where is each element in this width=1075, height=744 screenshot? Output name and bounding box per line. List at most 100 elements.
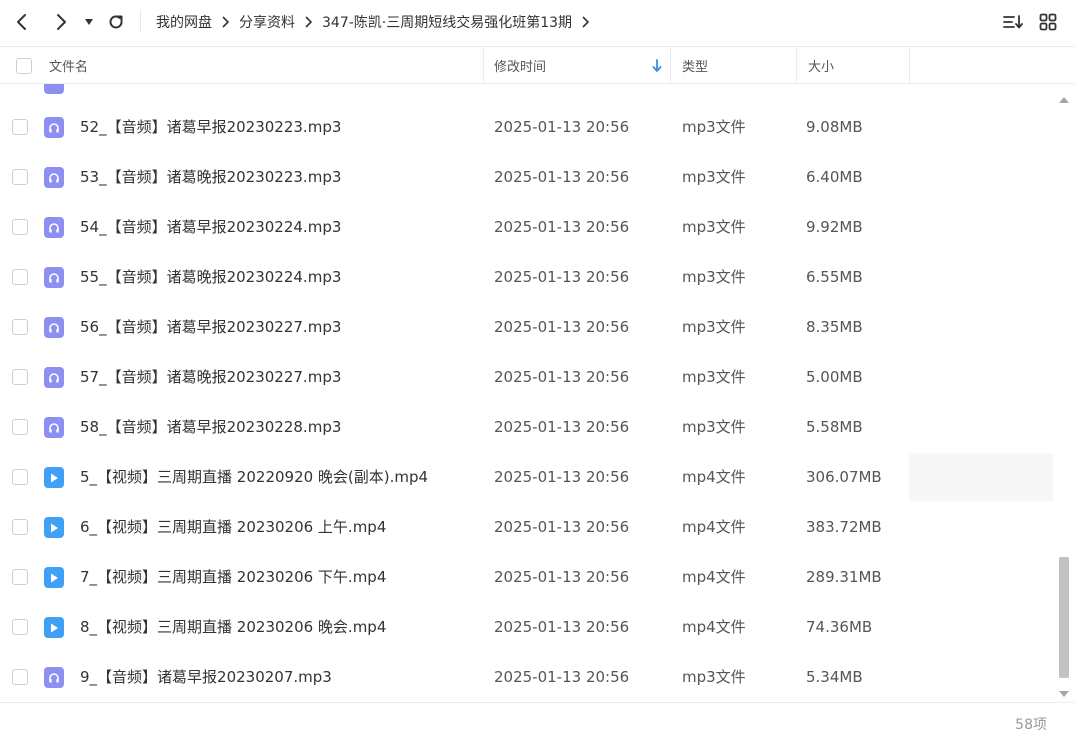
row-checkbox[interactable] [12,269,28,285]
status-footer: 58项 [0,702,1075,744]
row-checkbox[interactable] [12,419,28,435]
breadcrumb-item-current-folder[interactable]: 347-陈凯·三周期短线交易强化班第13期 [322,12,572,32]
column-header-type[interactable]: 类型 [682,47,794,84]
audio-file-icon [44,84,64,94]
row-checkbox[interactable] [12,169,28,185]
table-row[interactable]: 55_【音频】诸葛晚报20230224.mp3 2025-01-13 20:56 m… [0,252,1053,302]
table-row[interactable]: 52_【音频】诸葛早报20230223.mp3 2025-01-13 20:56 m… [0,102,1053,152]
table-row[interactable]: 56_【音频】诸葛早报20230227.mp3 2025-01-13 20:56 m… [0,302,1053,352]
grid-view-button[interactable] [1035,9,1061,35]
file-name[interactable]: 9_【音频】诸葛早报20230207.mp3 [80,652,332,702]
column-header: 文件名 修改时间 类型 大小 [0,46,1075,84]
scroll-down-button[interactable] [1058,684,1070,697]
file-modified-date: 2025-01-13 20:56 [494,168,630,186]
chevron-left-icon [17,14,26,30]
refresh-icon [109,15,123,29]
table-row[interactable]: 7_【视频】三周期直播 20230206 下午.mp4 2025-01-13 20… [0,552,1053,602]
video-file-icon [44,617,64,638]
file-name[interactable]: 55_【音频】诸葛晚报20230224.mp3 [80,252,341,302]
caret-down-icon [85,19,93,25]
row-checkbox[interactable] [12,669,28,685]
row-checkbox[interactable] [12,369,28,385]
chevron-right-icon [221,16,229,28]
row-checkbox[interactable] [12,519,28,535]
file-name[interactable]: 56_【音频】诸葛早报20230227.mp3 [80,302,341,352]
file-size: 383.72MB [806,518,882,536]
file-name[interactable]: 7_【视频】三周期直播 20230206 下午.mp4 [80,552,386,602]
audio-file-icon [44,367,64,388]
row-checkbox[interactable] [12,469,28,485]
scrollbar-thumb[interactable] [1059,557,1069,678]
file-type: mp4文件 [682,468,746,486]
file-size: 74.36MB [806,618,873,636]
file-modified-date: 2025-01-13 20:56 [494,118,630,136]
select-all-checkbox-cell [16,47,32,84]
breadcrumb: 我的网盘 分享资料 347-陈凯·三周期短线交易强化班第13期 [156,0,599,44]
column-divider [670,47,671,84]
triangle-up-icon [1059,97,1069,103]
audio-file-icon [44,117,64,138]
chevron-right-icon [57,14,66,30]
row-checkbox[interactable] [12,119,28,135]
column-header-modified-label: 修改时间 [494,60,547,75]
table-row[interactable]: 5_【视频】三周期直播 20220920 晚会(副本).mp4 2025-01-1… [0,452,1053,502]
file-name[interactable]: 58_【音频】诸葛早报20230228.mp3 [80,402,341,452]
file-size: 306.07MB [806,468,882,486]
file-size: 5.34MB [806,668,863,686]
file-type: mp3文件 [682,368,746,386]
row-checkbox[interactable] [12,219,28,235]
history-dropdown-button[interactable] [79,9,99,35]
column-divider [483,47,484,84]
file-size: 9.08MB [806,118,863,136]
back-button[interactable] [9,9,35,35]
breadcrumb-item-shared[interactable]: 分享资料 [239,12,295,32]
table-row[interactable]: 57_【音频】诸葛晚报20230227.mp3 2025-01-13 20:56 m… [0,352,1053,402]
sort-descending-icon [652,47,662,84]
file-type: mp4文件 [682,618,746,636]
table-row[interactable]: 9_【音频】诸葛早报20230207.mp3 2025-01-13 20:56 mp… [0,652,1053,702]
file-size: 9.92MB [806,218,863,236]
file-modified-date: 2025-01-13 20:56 [494,668,630,686]
file-modified-date: 2025-01-13 20:56 [494,468,630,486]
triangle-down-icon [1059,691,1069,697]
audio-file-icon [44,667,64,688]
file-name[interactable]: 8_【视频】三周期直播 20230206 晚会.mp4 [80,602,386,652]
column-header-name[interactable]: 文件名 [49,47,483,84]
column-header-size[interactable]: 大小 [808,47,908,84]
select-all-checkbox[interactable] [16,57,32,74]
grid-view-icon [1039,13,1057,31]
video-file-icon [44,517,64,538]
toolbar-divider [140,10,141,32]
forward-button[interactable] [48,9,74,35]
top-toolbar: 我的网盘 分享资料 347-陈凯·三周期短线交易强化班第13期 [0,0,1075,44]
row-checkbox[interactable] [12,319,28,335]
table-row[interactable]: 58_【音频】诸葛早报20230228.mp3 2025-01-13 20:56 m… [0,402,1053,452]
file-type: mp3文件 [682,318,746,336]
table-row[interactable]: 6_【视频】三周期直播 20230206 上午.mp4 2025-01-13 20… [0,502,1053,552]
audio-file-icon [44,417,64,438]
file-name[interactable]: 52_【音频】诸葛早报20230223.mp3 [80,102,341,152]
file-name[interactable]: 5_【视频】三周期直播 20220920 晚会(副本).mp4 [80,452,428,502]
sort-button[interactable] [1000,9,1026,35]
file-modified-date: 2025-01-13 20:56 [494,618,630,636]
audio-file-icon [44,267,64,288]
row-checkbox[interactable] [12,619,28,635]
video-file-icon [44,567,64,588]
row-checkbox[interactable] [12,569,28,585]
file-size: 289.31MB [806,568,882,586]
scroll-up-button[interactable] [1058,90,1070,103]
file-name[interactable]: 54_【音频】诸葛早报20230224.mp3 [80,202,341,252]
file-name[interactable]: 53_【音频】诸葛晚报20230223.mp3 [80,152,341,202]
file-name[interactable]: 6_【视频】三周期直播 20230206 上午.mp4 [80,502,386,552]
video-file-icon [44,467,64,488]
file-modified-date: 2025-01-13 20:56 [494,218,630,236]
table-row[interactable]: 53_【音频】诸葛晚报20230223.mp3 2025-01-13 20:56 m… [0,152,1053,202]
table-row[interactable]: 54_【音频】诸葛早报20230224.mp3 2025-01-13 20:56 m… [0,202,1053,252]
chevron-right-icon[interactable] [581,16,590,28]
refresh-button[interactable] [103,9,129,35]
column-header-modified[interactable]: 修改时间 [494,47,670,84]
file-modified-date: 2025-01-13 20:56 [494,318,630,336]
breadcrumb-item-my-drive[interactable]: 我的网盘 [156,12,212,32]
table-row[interactable]: 8_【视频】三周期直播 20230206 晚会.mp4 2025-01-13 20… [0,602,1053,652]
file-name[interactable]: 57_【音频】诸葛晚报20230227.mp3 [80,352,341,402]
